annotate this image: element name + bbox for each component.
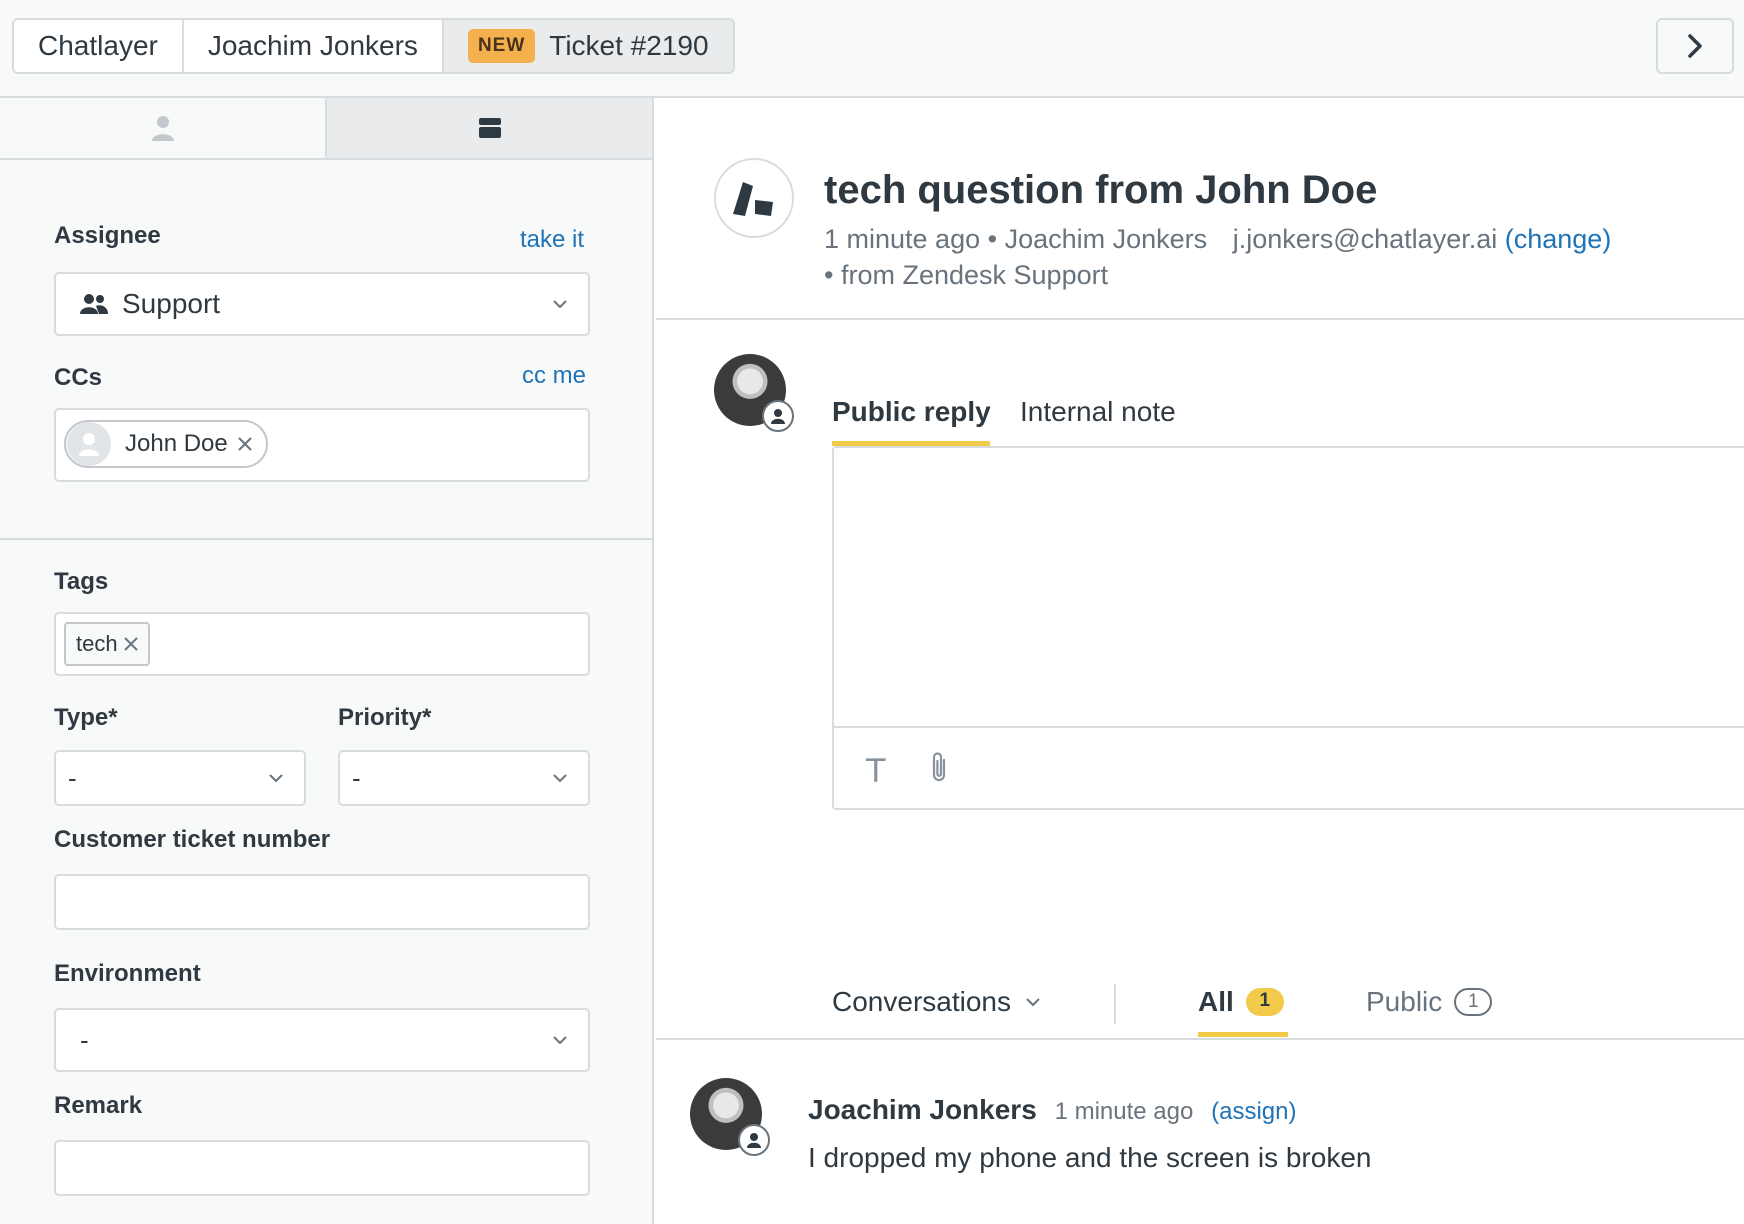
all-count-badge: 1 [1245,988,1284,1016]
assign-link[interactable]: (assign) [1211,1098,1296,1125]
tab-all[interactable]: All 1 [1198,986,1284,1018]
assignee-label: Assignee [54,222,161,249]
ticket-conversation-panel: tech question from John Doe 1 minute ago… [656,98,1744,1224]
remark-input[interactable] [54,1140,590,1196]
ticket-time: 1 minute ago [824,224,981,254]
type-value: - [68,762,77,793]
chevron-down-icon [553,774,567,783]
editor-toolbar: T [834,726,1744,808]
tab-all-label: All [1198,986,1234,1017]
channel-logo [714,158,794,238]
active-tab-indicator [1198,1032,1288,1037]
breadcrumb-ticket[interactable]: NEW Ticket #2190 [443,20,733,72]
ticket-label: Ticket #2190 [549,30,709,61]
chevron-down-icon [553,300,567,309]
message-time: 1 minute ago [1054,1098,1194,1125]
conversations-filter[interactable]: Conversations [832,986,1041,1018]
close-icon[interactable] [123,637,138,651]
top-bar: Chatlayer Joachim Jonkers NEW Ticket #21… [0,0,1744,98]
ticket-source: from Zendesk Support [840,260,1109,290]
ticket-email: j.jonkers@chatlayer.ai [1232,224,1498,254]
tab-public-reply[interactable]: Public reply [832,396,991,428]
tags-field[interactable]: tech [54,612,590,676]
paperclip-icon[interactable] [928,750,950,784]
user-icon [771,409,785,424]
assignee-value: Support [122,288,221,319]
header-divider [656,318,1744,320]
customer-ticket-label: Customer ticket number [54,826,331,853]
ticket-title: tech question from John Doe [824,168,1378,212]
conversation-divider [656,1038,1744,1040]
close-icon[interactable] [238,437,252,451]
environment-value: - [80,1024,89,1055]
meta-separator: • [987,224,1005,254]
agent-badge [762,400,794,432]
ticket-meta: 1 minute ago • Joachim Jonkers j.jonkers… [824,224,1611,255]
ticket-properties-icon [478,118,501,138]
assignee-select[interactable]: Support [54,272,590,336]
zendesk-logo-icon [733,182,773,216]
tag-label: tech [76,631,118,656]
user-icon [151,116,174,141]
avatar [690,1078,770,1156]
tab-ticket-properties[interactable] [325,98,652,158]
take-it-link[interactable]: take it [520,226,584,254]
conversations-filter-label: Conversations [832,986,1011,1017]
tab-public[interactable]: Public 1 [1366,986,1493,1018]
customer-ticket-input[interactable] [54,874,590,930]
chevron-down-icon [269,774,283,783]
status-badge: NEW [467,29,536,63]
priority-select[interactable]: - [338,750,590,806]
expand-panel-button[interactable] [1656,18,1734,74]
change-requester-link[interactable]: (change) [1505,224,1612,254]
chevron-down-icon [553,1036,567,1045]
remark-label: Remark [54,1092,143,1119]
environment-label: Environment [54,960,201,987]
section-divider [0,538,652,540]
tab-public-label: Public [1366,986,1443,1017]
agent-badge [738,1124,770,1156]
ticket-properties-panel: Assignee take it Support CCs cc me John … [0,98,654,1224]
breadcrumb: Chatlayer Joachim Jonkers NEW Ticket #21… [12,18,735,74]
environment-select[interactable]: - [54,1008,590,1072]
cc-me-link[interactable]: cc me [522,362,586,390]
tab-internal-note[interactable]: Internal note [1020,396,1176,428]
reply-editor[interactable]: T [832,446,1744,810]
breadcrumb-requester[interactable]: Joachim Jonkers [183,20,444,72]
cc-pill[interactable]: John Doe [64,420,268,468]
cc-name: John Doe [125,430,228,457]
priority-label: Priority* [338,704,432,731]
user-icon [747,1133,761,1148]
type-label: Type* [54,704,118,731]
ticket-requester: Joachim Jonkers [1004,224,1208,254]
filter-separator [1114,984,1116,1024]
priority-value: - [352,762,361,793]
tags-label: Tags [54,568,109,595]
tab-user[interactable] [0,98,325,158]
sidebar-tabs [0,98,652,160]
type-select[interactable]: - [54,750,306,806]
message-author[interactable]: Joachim Jonkers [808,1094,1037,1125]
group-icon [80,294,108,314]
tag-chip[interactable]: tech [64,622,150,666]
message-body: I dropped my phone and the screen is bro… [808,1142,1372,1173]
breadcrumb-organization[interactable]: Chatlayer [14,20,184,72]
avatar [714,354,794,432]
message-header: Joachim Jonkers 1 minute ago (assign) [808,1094,1296,1126]
user-icon [79,433,99,456]
public-count-badge: 1 [1454,988,1493,1016]
ccs-label: CCs [54,364,103,391]
chevron-down-icon [1026,998,1040,1007]
ticket-source-line: • from Zendesk Support [824,260,1108,291]
text-format-icon[interactable]: T [866,752,886,790]
ccs-field[interactable]: John Doe [54,408,590,482]
meta-separator: • [824,260,841,290]
avatar [67,422,111,466]
chevron-right-icon [1688,34,1702,58]
